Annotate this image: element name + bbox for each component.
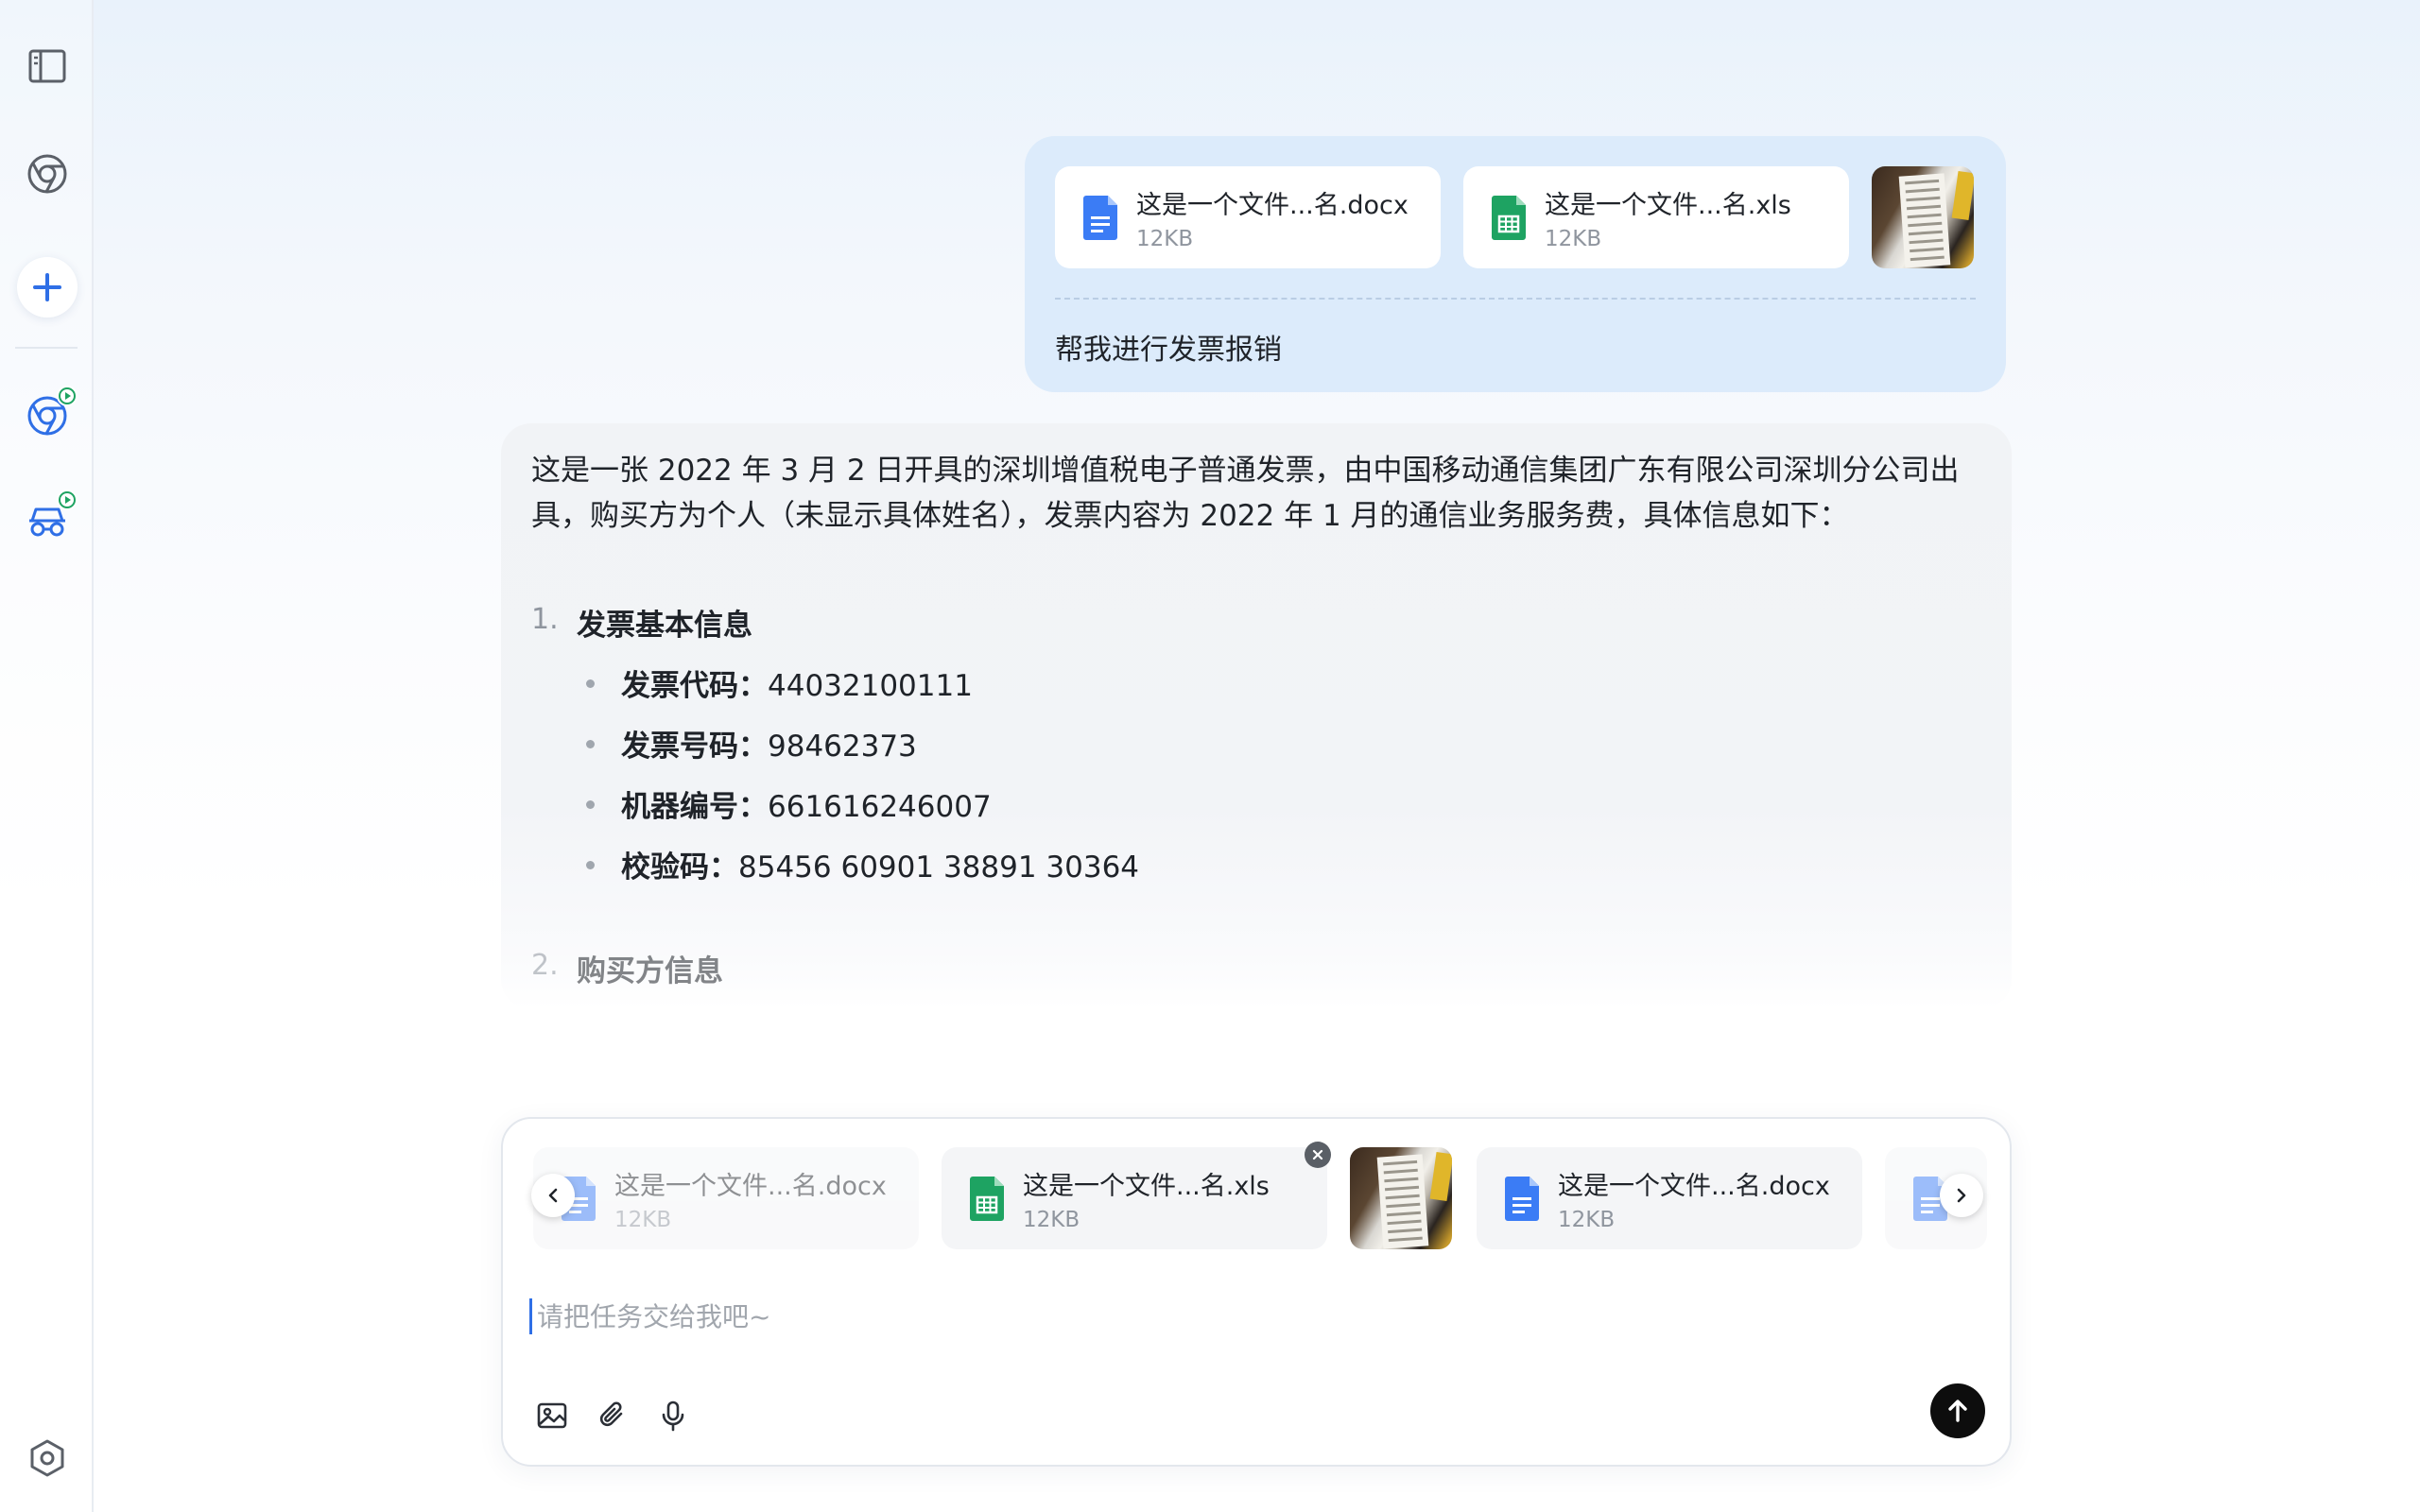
settings-hexagon-icon[interactable] xyxy=(21,1432,74,1485)
sidebar-divider xyxy=(15,347,78,349)
attachment-size: 12KB xyxy=(614,1207,672,1232)
attachment-size: 12KB xyxy=(1136,226,1194,251)
assistant-message-bubble: 这是一张 2022 年 3 月 2 日开具的深圳增值税电子普通发票，由中国移动通… xyxy=(501,423,2012,1009)
message-composer: 这是一个文件...名.docx 12KB 这是一个文件...名.xls 12KB… xyxy=(501,1117,2012,1467)
composer-attachment-docx[interactable]: 这是一个文件...名.docx 12KB xyxy=(1477,1147,1862,1249)
user-message-text: 帮我进行发票报销 xyxy=(1055,334,1282,367)
image-upload-icon[interactable] xyxy=(529,1393,575,1438)
item-value: 98462373 xyxy=(768,730,917,764)
assistant-intro-text: 这是一张 2022 年 3 月 2 日开具的深圳增值税电子普通发票，由中国移动通… xyxy=(531,454,1960,533)
item-label: 机器编号： xyxy=(621,790,768,824)
item-label: 发票代码： xyxy=(621,669,768,703)
new-chat-button[interactable] xyxy=(17,257,78,318)
section-title: 购买方信息 xyxy=(577,954,723,988)
item-label: 校验码： xyxy=(621,850,738,885)
attachment-name: 这是一个文件...名.docx xyxy=(1136,190,1409,220)
send-button[interactable] xyxy=(1930,1383,1985,1438)
xls-file-icon xyxy=(970,1177,1004,1221)
list-item: 发票号码：98462373 xyxy=(586,722,917,765)
composer-attachment-docx[interactable]: 这是一个文件...名.docx 12KB xyxy=(533,1147,919,1249)
xls-file-icon xyxy=(1492,196,1526,240)
attachment-name: 这是一个文件...名.xls xyxy=(1023,1171,1270,1201)
list-number: 2. xyxy=(531,949,559,982)
receipt-image-thumbnail[interactable] xyxy=(1350,1147,1452,1249)
task-input[interactable] xyxy=(537,1295,1860,1338)
user-message-bubble: 这是一个文件...名.docx 12KB 这是一个文件...名.xls 12KB… xyxy=(1025,136,2006,392)
list-item: 发票代码：44032100111 xyxy=(586,662,973,704)
browser-agent-icon[interactable] xyxy=(21,386,78,442)
microphone-icon[interactable] xyxy=(650,1393,696,1438)
scroll-left-button[interactable] xyxy=(531,1174,575,1217)
section-title: 发票基本信息 xyxy=(577,609,752,643)
attachment-card-docx[interactable]: 这是一个文件...名.docx 12KB xyxy=(1055,166,1441,268)
attachment-name: 这是一个文件...名.docx xyxy=(1558,1171,1830,1201)
list-item: 校验码：85456 60901 38891 30364 xyxy=(586,843,1139,885)
item-label: 发票号码： xyxy=(621,730,768,764)
list-item: 机器编号：661616246007 xyxy=(586,782,992,825)
plus-icon xyxy=(33,273,61,301)
attachment-card-xls[interactable]: 这是一个文件...名.xls 12KB xyxy=(1463,166,1849,268)
scroll-right-button[interactable] xyxy=(1940,1174,1983,1217)
attachment-divider xyxy=(1055,298,1976,300)
play-badge-icon xyxy=(57,386,78,406)
attachment-size: 12KB xyxy=(1558,1207,1616,1232)
docx-file-icon xyxy=(1083,196,1117,240)
close-icon xyxy=(1312,1149,1323,1160)
car-agent-icon[interactable] xyxy=(21,490,78,546)
attachment-name: 这是一个文件...名.xls xyxy=(1545,190,1791,220)
item-value: 661616246007 xyxy=(768,790,992,824)
item-value: 85456 60901 38891 30364 xyxy=(738,850,1140,885)
arrow-up-icon xyxy=(1948,1400,1967,1422)
play-badge-icon xyxy=(57,490,78,510)
list-number: 1. xyxy=(531,603,559,636)
remove-attachment-button[interactable] xyxy=(1305,1142,1331,1168)
item-value: 44032100111 xyxy=(768,669,973,703)
browser-icon[interactable] xyxy=(21,147,74,200)
sidebar xyxy=(0,0,94,1512)
panel-toggle-icon[interactable] xyxy=(21,40,74,93)
composer-attachment-xls[interactable]: 这是一个文件...名.xls 12KB xyxy=(942,1147,1327,1249)
attachment-size: 12KB xyxy=(1545,226,1602,251)
chevron-right-icon xyxy=(1957,1188,1966,1203)
attachment-name: 这是一个文件...名.docx xyxy=(614,1171,887,1201)
docx-file-icon xyxy=(1505,1177,1539,1221)
attachment-strip: 这是一个文件...名.docx 12KB 这是一个文件...名.xls 12KB… xyxy=(503,1142,2010,1253)
paperclip-icon[interactable] xyxy=(590,1393,635,1438)
chevron-left-icon xyxy=(548,1188,558,1203)
text-cursor xyxy=(529,1298,532,1334)
receipt-image-thumbnail[interactable] xyxy=(1872,166,1974,268)
attachment-size: 12KB xyxy=(1023,1207,1080,1232)
